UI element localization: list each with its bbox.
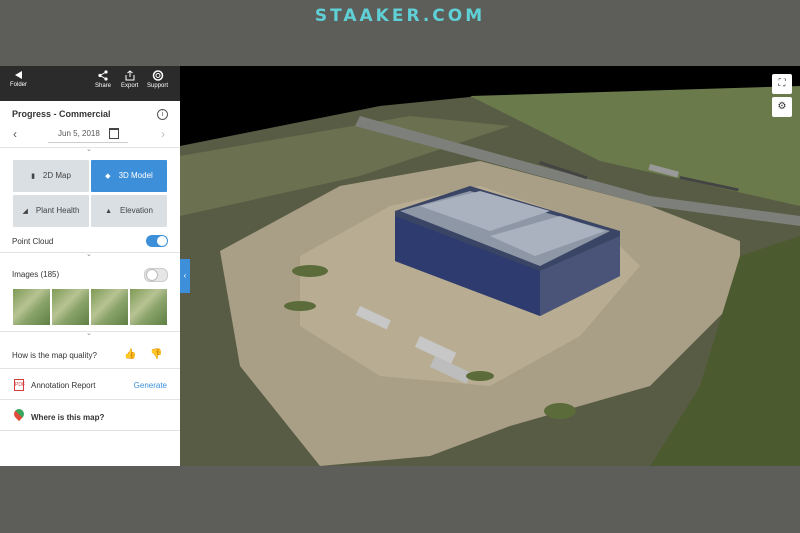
date-value[interactable]: Jun 5, 2018 xyxy=(58,129,100,138)
view-mode-grid: ▮ 2D Map ◆ 3D Model ◢ Plant Health ▲ Elevati… xyxy=(0,158,180,230)
toggle-knob xyxy=(146,269,158,281)
image-thumbnails xyxy=(0,285,180,331)
view-3d-model-label: 3D Model xyxy=(118,171,153,180)
image-thumbnail[interactable] xyxy=(130,289,167,325)
generate-report-button[interactable]: Generate xyxy=(134,381,167,390)
app-window: ⛶ ⚙ Folder Share Export Support Progress… xyxy=(0,66,800,466)
image-thumbnail[interactable] xyxy=(13,289,50,325)
mountain-icon: ▲ xyxy=(105,208,112,215)
thumbs-up-icon[interactable]: 👍 xyxy=(124,349,136,360)
section-divider: ⌄ xyxy=(0,251,180,263)
collapse-sidebar-button[interactable]: ‹ xyxy=(180,259,190,293)
project-header: Progress - Commercial i xyxy=(0,101,180,123)
export-button[interactable]: Export xyxy=(121,70,138,89)
map-location-row[interactable]: Where is this map? xyxy=(0,399,180,430)
annotation-report-row: PDF Annotation Report Generate xyxy=(0,368,180,399)
images-label: Images (185) xyxy=(12,270,60,279)
date-underline xyxy=(48,142,128,143)
export-icon xyxy=(125,70,135,81)
map-icon: ▮ xyxy=(31,173,35,180)
toggle-knob xyxy=(157,236,167,246)
map-3d-viewport[interactable]: ⛶ ⚙ xyxy=(180,66,800,466)
leaf-icon: ◢ xyxy=(22,208,28,215)
images-row: Images (185) xyxy=(0,263,180,285)
section-divider: ⌄ xyxy=(0,146,180,158)
quality-feedback-row: How is the map quality? 👍 👎 xyxy=(0,342,180,368)
share-icon xyxy=(98,70,108,81)
share-label: Share xyxy=(95,83,112,89)
back-arrow-icon xyxy=(14,71,22,79)
quality-question: How is the map quality? xyxy=(12,351,97,360)
chevron-down-icon: ⌄ xyxy=(86,146,92,153)
sidebar: Folder Share Export Support Progress - C… xyxy=(0,66,180,466)
share-button[interactable]: Share xyxy=(95,70,111,89)
sidebar-toolbar: Folder Share Export Support xyxy=(0,66,180,101)
export-label: Export xyxy=(121,83,139,89)
folder-button[interactable]: Folder xyxy=(10,70,27,88)
project-title: Progress - Commercial xyxy=(12,109,111,119)
next-section-row xyxy=(0,430,180,451)
view-elevation-button[interactable]: ▲ Elevation xyxy=(91,195,167,227)
prev-date-button[interactable]: ‹ xyxy=(13,127,17,141)
view-plant-health-label: Plant Health xyxy=(35,206,80,215)
map-location-label: Where is this map? xyxy=(31,413,105,422)
calendar-icon[interactable] xyxy=(109,128,119,139)
view-2d-map-label: 2D Map xyxy=(42,171,71,180)
view-2d-map-button[interactable]: ▮ 2D Map xyxy=(13,160,89,192)
pdf-icon: PDF xyxy=(14,379,25,391)
view-plant-health-button[interactable]: ◢ Plant Health xyxy=(13,195,89,227)
settings-icon[interactable]: ⚙ xyxy=(772,97,792,117)
cube-icon: ◆ xyxy=(105,173,111,180)
view-3d-model-button[interactable]: ◆ 3D Model xyxy=(91,160,167,192)
point-cloud-toggle[interactable] xyxy=(146,235,168,247)
chevron-down-icon: ⌄ xyxy=(86,251,92,258)
site-3d-model xyxy=(180,66,800,466)
support-icon xyxy=(152,70,163,81)
date-selector: ‹ Jun 5, 2018 › xyxy=(0,123,180,147)
support-label: Support xyxy=(147,83,169,89)
folder-label: Folder xyxy=(10,82,28,88)
info-icon[interactable]: i xyxy=(157,109,168,120)
map-pin-icon xyxy=(11,406,27,422)
chevron-down-icon: ⌄ xyxy=(86,330,92,337)
view-elevation-label: Elevation xyxy=(120,206,153,215)
annotation-report-label: Annotation Report xyxy=(31,381,96,390)
watermark: STAAKER.COM xyxy=(314,6,486,26)
support-button[interactable]: Support xyxy=(147,70,168,89)
images-toggle[interactable] xyxy=(144,268,168,282)
point-cloud-label: Point Cloud xyxy=(12,237,54,246)
next-date-button[interactable]: › xyxy=(161,127,165,141)
thumbs-down-icon[interactable]: 👎 xyxy=(150,349,162,360)
section-divider: ⌄ xyxy=(0,330,180,342)
fit-screen-icon[interactable]: ⛶ xyxy=(772,74,792,94)
image-thumbnail[interactable] xyxy=(91,289,128,325)
point-cloud-row: Point Cloud xyxy=(0,230,180,252)
image-thumbnail[interactable] xyxy=(52,289,89,325)
